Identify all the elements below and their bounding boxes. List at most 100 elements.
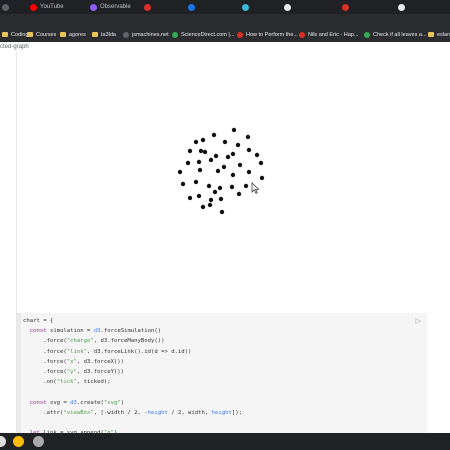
graph-node[interactable]: [237, 162, 243, 168]
code-token: .on(: [23, 379, 57, 386]
graph-node[interactable]: [222, 139, 228, 145]
code-gutter: [17, 313, 21, 433]
code-token: ]);: [231, 409, 242, 416]
browser-tab[interactable]: [186, 1, 248, 13]
graph-node[interactable]: [208, 197, 214, 203]
graph-node[interactable]: [259, 175, 265, 181]
code-token: const: [29, 328, 47, 335]
graph-node[interactable]: [196, 159, 202, 165]
graph-node[interactable]: [206, 183, 212, 189]
graph-node[interactable]: [215, 168, 221, 174]
graph-node[interactable]: [235, 142, 241, 148]
graph-node[interactable]: [246, 147, 252, 153]
chrome-icon[interactable]: [13, 436, 24, 447]
graph-node[interactable]: [200, 137, 206, 143]
graph-node[interactable]: [198, 148, 204, 154]
folder-icon: [92, 32, 98, 38]
code-line: .force("charge", d3.forceManyBody()): [23, 336, 242, 346]
graph-node[interactable]: [213, 153, 219, 159]
graph-node[interactable]: [202, 149, 208, 155]
graph-node[interactable]: [243, 183, 249, 189]
graph-node[interactable]: [231, 127, 237, 133]
graph-node[interactable]: [225, 154, 231, 160]
graph-node[interactable]: [211, 132, 217, 138]
code-token: "svg": [103, 399, 121, 406]
code-token: / 2, width,: [167, 409, 212, 416]
bookmark-label: Nils and Eric - Hap...: [308, 32, 359, 38]
graph-node[interactable]: [212, 189, 218, 195]
code-line: .on("tick", ticked);: [23, 377, 242, 387]
code-line: .force("y", d3.forceY()): [23, 367, 242, 377]
graph-node[interactable]: [246, 169, 252, 175]
code-token: chart = {: [23, 318, 54, 324]
code-lines[interactable]: chart = { const simulation = d3.forceSim…: [23, 316, 242, 433]
site-icon: [364, 31, 370, 38]
unity-icon[interactable]: [33, 436, 44, 447]
windows-icon[interactable]: [0, 436, 6, 447]
folder-icon: [60, 32, 66, 38]
bookmark-item[interactable]: Nils and Eric - Hap...: [299, 28, 358, 42]
graph-node[interactable]: [187, 148, 193, 154]
bookmark-item[interactable]: jsmachines.net: [123, 28, 169, 42]
graph-node[interactable]: [217, 185, 223, 191]
code-token: .create(: [76, 399, 104, 406]
code-token: "viewBox": [63, 409, 94, 416]
bookmark-label: jsmachines.net: [132, 32, 169, 38]
graph-node[interactable]: [230, 172, 236, 178]
graph-node[interactable]: [193, 179, 199, 185]
browser-tab[interactable]: [396, 1, 450, 13]
graph-node[interactable]: [185, 160, 191, 166]
graph-node[interactable]: [229, 184, 235, 190]
graph-node[interactable]: [245, 134, 251, 140]
graph-node[interactable]: [219, 209, 225, 215]
graph-node[interactable]: [207, 202, 213, 208]
code-token: .force(: [23, 338, 67, 345]
browser-tab[interactable]: YouTube: [28, 1, 90, 13]
graph-node[interactable]: [221, 164, 227, 170]
run-cell-icon[interactable]: ▷: [416, 317, 421, 325]
graph-node[interactable]: [236, 191, 242, 197]
graph-node[interactable]: [177, 169, 183, 175]
graph-node[interactable]: [254, 152, 260, 158]
force-graph[interactable]: [0, 52, 450, 310]
code-token: .force(: [23, 358, 67, 365]
bookmark-label: How to Perform the...: [246, 32, 298, 38]
code-line: .force("link", d3.forceLink().id(d => d.…: [23, 347, 242, 357]
bookmark-item[interactable]: How to Perform the...: [237, 28, 298, 42]
graph-node[interactable]: [193, 139, 199, 145]
bookmark-item[interactable]: Courses: [27, 28, 56, 42]
graph-node[interactable]: [200, 204, 206, 210]
folder-icon: [27, 32, 33, 38]
graph-node[interactable]: [197, 167, 203, 173]
graph-node[interactable]: [187, 195, 193, 201]
bookmark-item[interactable]: Coding: [2, 28, 28, 42]
graph-node[interactable]: [208, 157, 214, 163]
graph-node[interactable]: [218, 196, 224, 202]
bookmark-item[interactable]: ta3lda: [92, 28, 116, 42]
code-token: , [-width / 2, -: [93, 409, 148, 416]
tab-title: YouTube: [40, 4, 64, 10]
code-token: height: [147, 409, 168, 416]
code-editor[interactable]: ▷ chart = { const simulation = d3.forceS…: [17, 313, 427, 433]
bookmark-item[interactable]: agores: [60, 28, 86, 42]
browser-tab[interactable]: [340, 1, 402, 13]
code-token: .forceSimulation(): [100, 328, 162, 335]
tab-favicon-icon: [284, 4, 291, 11]
browser-tab[interactable]: [282, 1, 344, 13]
bookmark-label: Coding: [11, 32, 29, 38]
graph-node[interactable]: [230, 151, 236, 157]
graph-node[interactable]: [180, 181, 186, 187]
graph-node[interactable]: [196, 193, 202, 199]
graph-node[interactable]: [258, 160, 264, 166]
bookmark-item[interactable]: ScienceDirect.com |...: [172, 28, 234, 42]
taskbar: [0, 433, 450, 450]
code-line: .attr("viewBox", [-width / 2, -height / …: [23, 408, 242, 418]
bookmark-item[interactable]: Check if all leaves a...: [364, 28, 427, 42]
browser-tab[interactable]: Observable: [88, 1, 150, 13]
bookmark-label: ta3lda: [101, 32, 116, 38]
code-token: , d3.forceY()): [76, 368, 125, 375]
code-token: height: [211, 409, 232, 416]
bookmark-item[interactable]: eslant: [428, 28, 450, 42]
code-token: , d3.forceX()): [76, 358, 125, 365]
